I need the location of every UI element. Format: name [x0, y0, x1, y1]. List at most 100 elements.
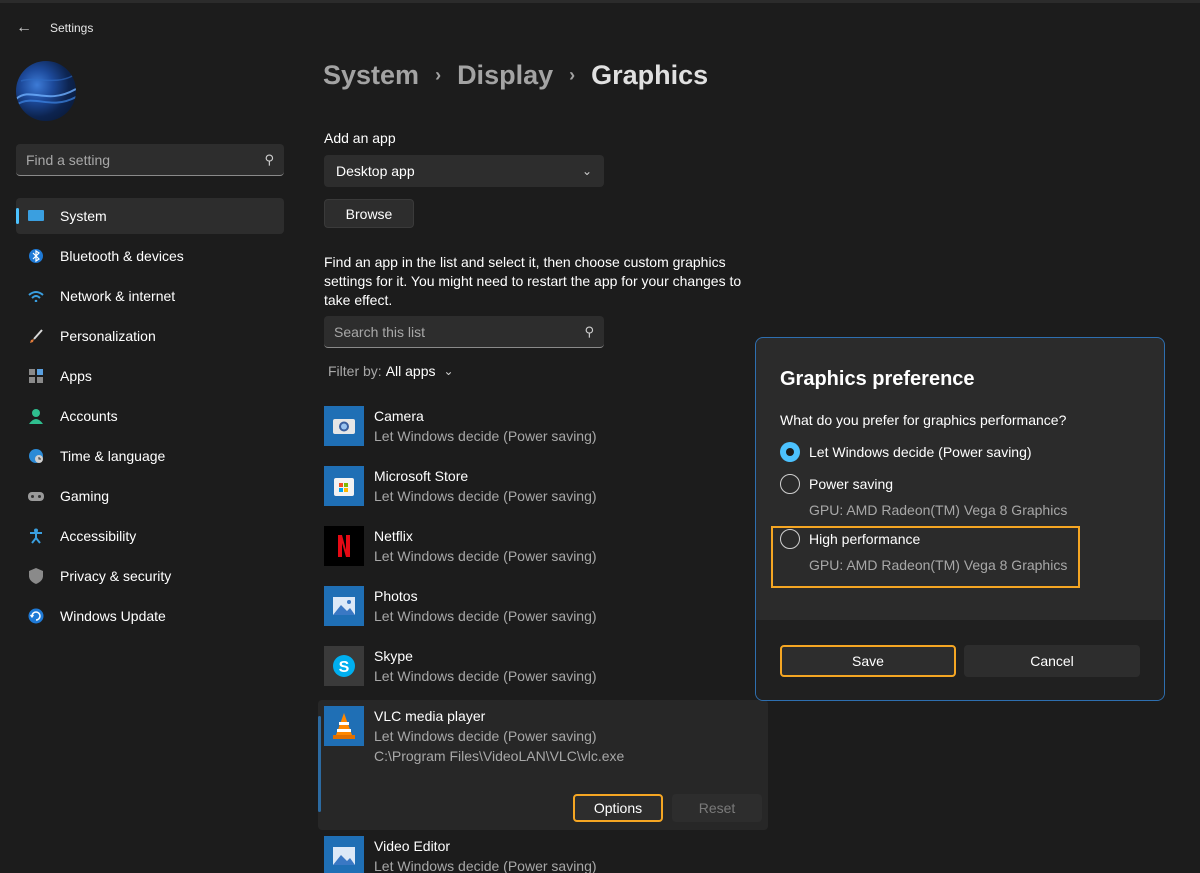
radio-power-saving[interactable]: Power saving — [780, 474, 893, 494]
apps-icon — [28, 368, 44, 384]
gamepad-icon — [28, 488, 44, 504]
sidebar-item-accounts[interactable]: Accounts — [16, 398, 284, 434]
dialog-title: Graphics preference — [780, 368, 975, 390]
dialog-question: What do you prefer for graphics performa… — [780, 412, 1067, 428]
skype-icon: S — [324, 646, 364, 686]
app-path: C:\Program Files\VideoLAN\VLC\vlc.exe — [374, 748, 625, 764]
chevron-down-icon: ⌄ — [443, 364, 454, 378]
app-preference: Let Windows decide (Power saving) — [374, 428, 597, 444]
sidebar-item-gaming[interactable]: Gaming — [16, 478, 284, 514]
system-icon — [28, 208, 44, 224]
app-name: Microsoft Store — [374, 468, 469, 484]
app-preference: Let Windows decide (Power saving) — [374, 858, 597, 873]
app-list: Camera Let Windows decide (Power saving)… — [318, 400, 768, 873]
add-app-label: Add an app — [324, 130, 396, 146]
shield-icon — [28, 568, 44, 584]
sidebar-item-windows-update[interactable]: Windows Update — [16, 598, 284, 634]
radio-button[interactable] — [780, 474, 800, 494]
sidebar-item-network[interactable]: Network & internet — [16, 278, 284, 314]
app-name: Video Editor — [374, 838, 451, 854]
radio-label: Let Windows decide (Power saving) — [809, 444, 1032, 460]
radio-button[interactable] — [780, 529, 800, 549]
window-top-border — [0, 0, 1200, 3]
sidebar-item-bluetooth[interactable]: Bluetooth & devices — [16, 238, 284, 274]
graphics-preference-dialog: Graphics preference What do you prefer f… — [755, 337, 1165, 701]
sidebar-item-label: Network & internet — [60, 288, 176, 304]
sidebar-item-privacy-security[interactable]: Privacy & security — [16, 558, 284, 594]
app-title: Settings — [50, 21, 94, 35]
app-preference: Let Windows decide (Power saving) — [374, 548, 597, 564]
save-button[interactable]: Save — [780, 645, 956, 677]
search-icon: ⚲ — [264, 151, 274, 167]
breadcrumb-display[interactable]: Display — [457, 60, 553, 91]
wifi-icon — [28, 288, 44, 304]
store-icon — [324, 466, 364, 506]
sidebar-item-label: Apps — [60, 368, 92, 384]
app-row-photos[interactable]: Photos Let Windows decide (Power saving) — [318, 580, 768, 640]
breadcrumb-system[interactable]: System — [323, 60, 419, 91]
radio-let-windows-decide[interactable]: Let Windows decide (Power saving) — [780, 442, 1032, 462]
app-preference: Let Windows decide (Power saving) — [374, 728, 597, 744]
app-type-dropdown[interactable]: Desktop app ⌄ — [324, 155, 604, 187]
sidebar-item-system[interactable]: System — [16, 198, 284, 234]
app-type-value: Desktop app — [336, 163, 415, 179]
breadcrumb-separator: › — [435, 65, 442, 85]
sidebar-item-label: Gaming — [60, 488, 110, 504]
sidebar-item-personalization[interactable]: Personalization — [16, 318, 284, 354]
globe-clock-icon — [28, 448, 44, 464]
filter-value: All apps — [385, 363, 436, 379]
filter-dropdown[interactable]: Filter by: All apps ⌄ — [328, 363, 454, 379]
app-row-vlc[interactable]: VLC media player Let Windows decide (Pow… — [318, 700, 768, 830]
browse-button[interactable]: Browse — [324, 199, 414, 228]
brush-icon — [28, 328, 44, 344]
app-preference: Let Windows decide (Power saving) — [374, 488, 597, 504]
account-icon — [28, 408, 44, 424]
camera-icon — [324, 406, 364, 446]
page-title: Graphics — [591, 60, 709, 90]
back-button[interactable]: ← — [0, 12, 48, 44]
search-list-box[interactable]: ⚲ — [324, 316, 604, 348]
search-list-input[interactable] — [334, 323, 585, 340]
title-bar: ← Settings — [0, 12, 93, 44]
sidebar-item-label: Time & language — [60, 448, 166, 464]
sidebar-item-time-language[interactable]: Time & language — [16, 438, 284, 474]
app-row-camera[interactable]: Camera Let Windows decide (Power saving) — [318, 400, 768, 460]
app-name: Skype — [374, 648, 413, 664]
netflix-icon — [324, 526, 364, 566]
avatar[interactable] — [16, 61, 76, 121]
radio-button-checked[interactable] — [780, 442, 800, 462]
sidebar-item-label: Bluetooth & devices — [60, 248, 184, 264]
app-preference: Let Windows decide (Power saving) — [374, 668, 597, 684]
video-editor-icon — [324, 836, 364, 873]
app-row-video-editor[interactable]: Video Editor Let Windows decide (Power s… — [318, 830, 768, 873]
sidebar-item-label: Privacy & security — [60, 568, 172, 584]
breadcrumb: System › Display › Graphics — [323, 60, 708, 91]
sidebar-nav: System Bluetooth & devices Network & int… — [16, 198, 284, 638]
sidebar-item-label: Personalization — [60, 328, 156, 344]
app-name: VLC media player — [374, 708, 486, 724]
sidebar-item-label: Accounts — [60, 408, 118, 424]
app-name: Netflix — [374, 528, 413, 544]
sidebar-item-apps[interactable]: Apps — [16, 358, 284, 394]
app-row-netflix[interactable]: Netflix Let Windows decide (Power saving… — [318, 520, 768, 580]
description-text: Find an app in the list and select it, t… — [324, 254, 742, 308]
sidebar-item-label: Windows Update — [60, 608, 166, 624]
radio-high-performance[interactable]: High performance — [780, 529, 920, 549]
radio-label: Power saving — [809, 476, 894, 492]
svg-text:S: S — [339, 659, 350, 676]
power-saving-gpu: GPU: AMD Radeon(TM) Vega 8 Graphics — [809, 502, 1068, 518]
app-row-skype[interactable]: S Skype Let Windows decide (Power saving… — [318, 640, 768, 700]
app-name: Camera — [374, 408, 424, 424]
sidebar-item-label: System — [60, 208, 107, 224]
options-button[interactable]: Options — [573, 794, 663, 822]
update-icon — [28, 608, 44, 624]
sidebar-item-accessibility[interactable]: Accessibility — [16, 518, 284, 554]
chevron-down-icon: ⌄ — [581, 164, 592, 178]
bluetooth-icon — [28, 248, 44, 264]
cancel-button[interactable]: Cancel — [964, 645, 1140, 677]
find-setting-box[interactable]: ⚲ — [16, 144, 284, 176]
app-row-microsoft-store[interactable]: Microsoft Store Let Windows decide (Powe… — [318, 460, 768, 520]
accessibility-icon — [28, 528, 44, 544]
find-setting-input[interactable] — [26, 151, 265, 168]
reset-button[interactable]: Reset — [672, 794, 762, 822]
